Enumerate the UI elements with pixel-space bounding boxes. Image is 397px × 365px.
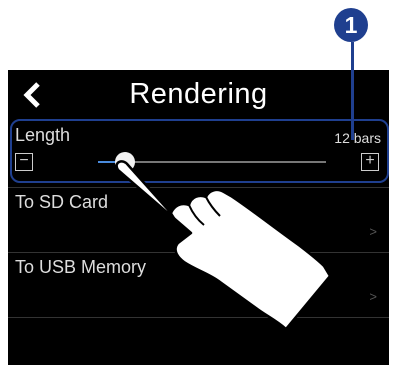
- hand-pointer-icon: [115, 160, 332, 331]
